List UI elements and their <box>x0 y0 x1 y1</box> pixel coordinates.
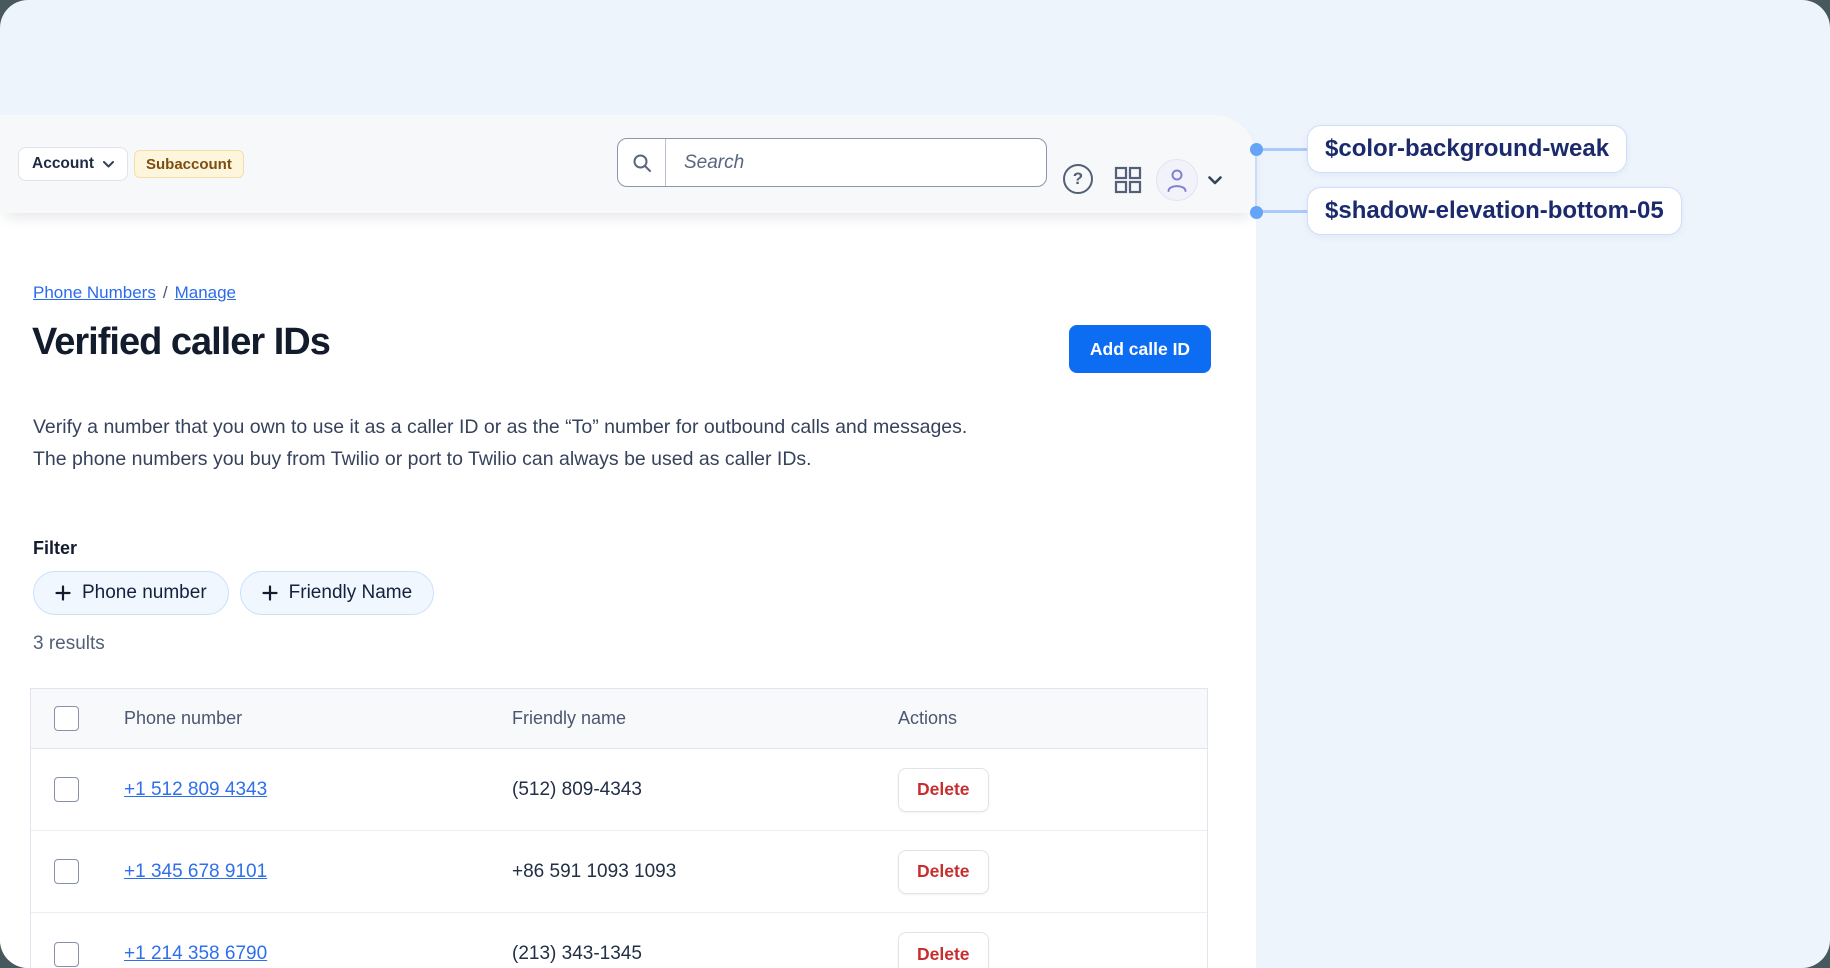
friendly-name-value: +86 591 1093 1093 <box>512 861 676 882</box>
row-checkbox[interactable] <box>54 777 79 802</box>
annotation-connector-1 <box>1256 148 1308 151</box>
table-row: +1 345 678 9101 +86 591 1093 1093 Delete <box>31 831 1207 913</box>
subaccount-badge-label: Subaccount <box>146 156 232 173</box>
user-icon <box>1166 168 1188 192</box>
grid-icon <box>1114 166 1142 194</box>
annotation-connector-vertical <box>1255 150 1257 212</box>
breadcrumb-link-manage[interactable]: Manage <box>175 283 236 302</box>
filter-pill-label: Friendly Name <box>289 582 413 604</box>
filter-pill-label: Phone number <box>82 582 207 604</box>
description-line-2: The phone numbers you buy from Twilio or… <box>33 443 967 475</box>
results-count: 3 results <box>33 633 105 655</box>
breadcrumb-separator: / <box>163 283 168 302</box>
caller-ids-table: Phone number Friendly name Actions +1 51… <box>30 688 1208 968</box>
filter-pill-phone-number[interactable]: Phone number <box>33 571 229 615</box>
delete-button[interactable]: Delete <box>898 932 989 968</box>
select-all-checkbox[interactable] <box>54 706 79 731</box>
annotation-token-text: $color-background-weak <box>1325 135 1609 163</box>
row-checkbox[interactable] <box>54 942 79 967</box>
table-header-row: Phone number Friendly name Actions <box>31 689 1207 749</box>
column-header-phone-number: Phone number <box>124 708 512 729</box>
global-search <box>617 138 1047 187</box>
table-row: +1 214 358 6790 (213) 343-1345 Delete <box>31 913 1207 968</box>
account-switcher-button[interactable]: Account <box>18 147 128 181</box>
account-switcher-label: Account <box>32 155 94 173</box>
apps-grid-button[interactable] <box>1113 165 1143 195</box>
subaccount-badge[interactable]: Subaccount <box>134 150 244 178</box>
annotation-dot-background-weak <box>1250 143 1263 156</box>
row-checkbox[interactable] <box>54 859 79 884</box>
top-navbar: Account Subaccount ? <box>0 115 1256 213</box>
avatar <box>1156 159 1198 201</box>
phone-number-link[interactable]: +1 512 809 4343 <box>124 779 267 800</box>
annotation-dot-shadow-elevation <box>1250 206 1263 219</box>
phone-number-link[interactable]: +1 345 678 9101 <box>124 861 267 882</box>
search-icon <box>618 139 666 186</box>
delete-button[interactable]: Delete <box>898 768 989 812</box>
table-row: +1 512 809 4343 (512) 809-4343 Delete <box>31 749 1207 831</box>
annotation-label-color-background-weak: $color-background-weak <box>1307 125 1627 173</box>
plus-icon <box>262 585 278 601</box>
annotation-token-text: $shadow-elevation-bottom-05 <box>1325 197 1664 225</box>
phone-number-link[interactable]: +1 214 358 6790 <box>124 943 267 964</box>
filter-label: Filter <box>33 538 77 559</box>
column-header-friendly-name: Friendly name <box>512 708 898 729</box>
annotation-connector-2 <box>1256 210 1308 213</box>
search-input[interactable] <box>666 139 1046 186</box>
help-icon: ? <box>1063 164 1093 194</box>
chevron-down-icon <box>103 161 114 168</box>
filter-pill-row: Phone number Friendly Name <box>33 571 434 615</box>
friendly-name-value: (512) 809-4343 <box>512 779 642 800</box>
filter-pill-friendly-name[interactable]: Friendly Name <box>240 571 435 615</box>
friendly-name-value: (213) 343-1345 <box>512 943 642 964</box>
chevron-down-icon <box>1208 176 1222 185</box>
annotation-label-shadow-elevation: $shadow-elevation-bottom-05 <box>1307 187 1682 235</box>
user-menu-button[interactable] <box>1156 158 1222 202</box>
column-header-actions: Actions <box>898 708 1207 729</box>
add-caller-id-button[interactable]: Add calle ID <box>1069 325 1211 373</box>
screen-canvas: Account Subaccount ? <box>0 0 1830 968</box>
page-description: Verify a number that you own to use it a… <box>33 411 967 475</box>
breadcrumb: Phone Numbers / Manage <box>33 283 236 303</box>
delete-button[interactable]: Delete <box>898 850 989 894</box>
breadcrumb-link-phone-numbers[interactable]: Phone Numbers <box>33 283 156 302</box>
help-button[interactable]: ? <box>1062 163 1094 195</box>
description-line-1: Verify a number that you own to use it a… <box>33 411 967 443</box>
page-title: Verified caller IDs <box>32 321 330 364</box>
main-content: Phone Numbers / Manage Verified caller IDs… <box>0 213 1256 968</box>
plus-icon <box>55 585 71 601</box>
